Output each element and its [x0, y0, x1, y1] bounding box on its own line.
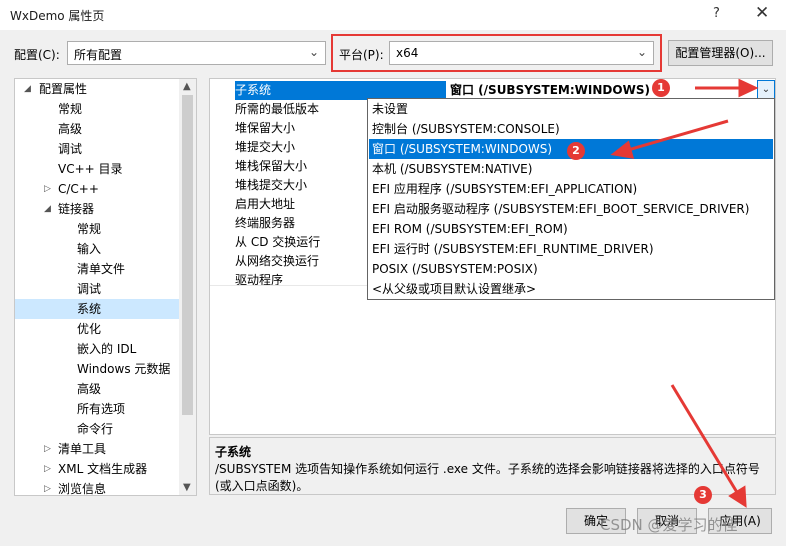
dropdown-option[interactable]: EFI 运行时 (/SUBSYSTEM:EFI_RUNTIME_DRIVER) [369, 239, 773, 259]
chevron-down-icon: ⌄ [308, 45, 319, 59]
tree-item-browse-information[interactable]: ▷ 浏览信息 [15, 479, 180, 496]
tree-item-linker-input[interactable]: 输入 [15, 239, 180, 259]
tree-item-label: C/C++ [58, 182, 99, 196]
tree-item-label: 命令行 [77, 422, 114, 436]
tree-item-label: VC++ 目录 [58, 162, 123, 176]
tree-item-label: 调试 [77, 282, 102, 296]
config-select-value: 所有配置 [74, 48, 123, 62]
tree-item-label: 常规 [77, 222, 102, 236]
tree-item-linker-general[interactable]: 常规 [15, 219, 180, 239]
tree-item-label: 高级 [58, 122, 83, 136]
tree-item-label: 输入 [77, 242, 102, 256]
tree-item-label: 优化 [77, 322, 102, 336]
tree-item-linker[interactable]: ◢ 链接器 [15, 199, 180, 219]
dropdown-option[interactable]: <从父级或项目默认设置继承> [369, 279, 773, 299]
platform-label: 平台(P): [339, 48, 384, 62]
description-panel: 子系统 /SUBSYSTEM 选项告知操作系统如何运行 .exe 文件。子系统的… [209, 437, 776, 495]
subsystem-dropdown-list: 未设置 控制台 (/SUBSYSTEM:CONSOLE) 窗口 (/SUBSYS… [367, 98, 775, 300]
tree-item-manifest-tool[interactable]: ▷ 清单工具 [15, 439, 180, 459]
dropdown-option[interactable]: 本机 (/SUBSYSTEM:NATIVE) [369, 159, 773, 179]
dropdown-option[interactable]: EFI ROM (/SUBSYSTEM:EFI_ROM) [369, 219, 773, 239]
config-manager-button[interactable]: 配置管理器(O)... [668, 40, 773, 66]
chevron-down-icon: ⌄ [636, 45, 647, 59]
tree-item-label: 清单工具 [58, 442, 107, 456]
annotation-badge-3: 3 [694, 486, 712, 504]
tree-item-linker-windows-metadata[interactable]: Windows 元数据 [15, 359, 180, 379]
scroll-up-icon[interactable]: ▲ [183, 81, 191, 92]
help-button[interactable]: ? [713, 6, 720, 21]
chevron-down-icon: ⌄ [761, 84, 771, 95]
tree-item-linker-advanced[interactable]: 高级 [15, 379, 180, 399]
description-title: 子系统 [215, 445, 252, 459]
config-select[interactable]: 所有配置 ⌄ [67, 41, 326, 65]
tree-item-linker-system[interactable]: 系统 [15, 299, 180, 319]
tree-item-label: 所有选项 [77, 402, 126, 416]
subsystem-dropdown-button[interactable]: ⌄ [757, 80, 775, 99]
description-text: /SUBSYSTEM 选项告知操作系统如何运行 .exe 文件。子系统的选择会影… [215, 462, 760, 493]
expand-toggle-icon[interactable]: ◢ [44, 199, 51, 219]
tree-item-label: 浏览信息 [58, 482, 107, 496]
platform-select[interactable]: x64 ⌄ [389, 41, 654, 65]
expand-toggle-icon[interactable]: ▷ [44, 179, 51, 199]
tree-item-label: 配置属性 [39, 82, 88, 96]
tree-item-linker-all-options[interactable]: 所有选项 [15, 399, 180, 419]
tree-item-label: 系统 [77, 302, 102, 316]
property-tree: ◢ 配置属性 常规 高级 调试 VC++ 目录 ▷ C/C++ ◢ 链接器 常规… [14, 78, 197, 496]
tree-item-label: 清单文件 [77, 262, 126, 276]
config-label: 配置(C): [14, 48, 60, 62]
tree-item-vc-directories[interactable]: VC++ 目录 [15, 159, 180, 179]
annotation-badge-2: 2 [567, 142, 585, 160]
title-bar: WxDemo 属性页 ? ✕ [0, 0, 786, 30]
tree-item-advanced[interactable]: 高级 [15, 119, 180, 139]
tree-item-linker-manifest[interactable]: 清单文件 [15, 259, 180, 279]
tree-item-xml-doc-generator[interactable]: ▷ XML 文档生成器 [15, 459, 180, 479]
expand-toggle-icon[interactable]: ▷ [44, 439, 51, 459]
scrollbar-thumb[interactable] [182, 95, 193, 415]
tree-item-general[interactable]: 常规 [15, 99, 180, 119]
dropdown-option[interactable]: EFI 应用程序 (/SUBSYSTEM:EFI_APPLICATION) [369, 179, 773, 199]
tree-item-label: 调试 [58, 142, 83, 156]
tree-item-linker-optimization[interactable]: 优化 [15, 319, 180, 339]
tree-item-label: XML 文档生成器 [58, 462, 148, 476]
expand-toggle-icon[interactable]: ▷ [44, 479, 51, 495]
tree-item-label: 链接器 [58, 202, 95, 216]
annotation-badge-1: 1 [652, 79, 670, 97]
platform-select-value: x64 [396, 46, 419, 60]
tree-item-config-properties[interactable]: ◢ 配置属性 [15, 79, 180, 99]
tree-item-linker-embedded-idl[interactable]: 嵌入的 IDL [15, 339, 180, 359]
grid-divider [210, 285, 368, 286]
tree-item-label: Windows 元数据 [77, 362, 171, 376]
tree-item-label: 常规 [58, 102, 83, 116]
tree-item-label: 高级 [77, 382, 102, 396]
tree-scrollbar[interactable]: ▲ ▼ [179, 79, 196, 495]
tree-item-linker-debugging[interactable]: 调试 [15, 279, 180, 299]
tree-item-cpp[interactable]: ▷ C/C++ [15, 179, 180, 199]
expand-toggle-icon[interactable]: ▷ [44, 459, 51, 479]
window-title: WxDemo 属性页 [10, 9, 105, 23]
close-button[interactable]: ✕ [755, 3, 769, 23]
dropdown-option[interactable]: 控制台 (/SUBSYSTEM:CONSOLE) [369, 119, 773, 139]
tree-item-label: 嵌入的 IDL [77, 342, 137, 356]
dropdown-option[interactable]: 未设置 [369, 99, 773, 119]
tree-item-debugging[interactable]: 调试 [15, 139, 180, 159]
scroll-down-icon[interactable]: ▼ [183, 482, 191, 493]
tree-item-linker-command-line[interactable]: 命令行 [15, 419, 180, 439]
watermark: CSDN @爱学习的佳 [600, 516, 738, 534]
expand-toggle-icon[interactable]: ◢ [24, 79, 31, 99]
dropdown-option[interactable]: EFI 启动服务驱动程序 (/SUBSYSTEM:EFI_BOOT_SERVIC… [369, 199, 773, 219]
dropdown-option[interactable]: POSIX (/SUBSYSTEM:POSIX) [369, 259, 773, 279]
